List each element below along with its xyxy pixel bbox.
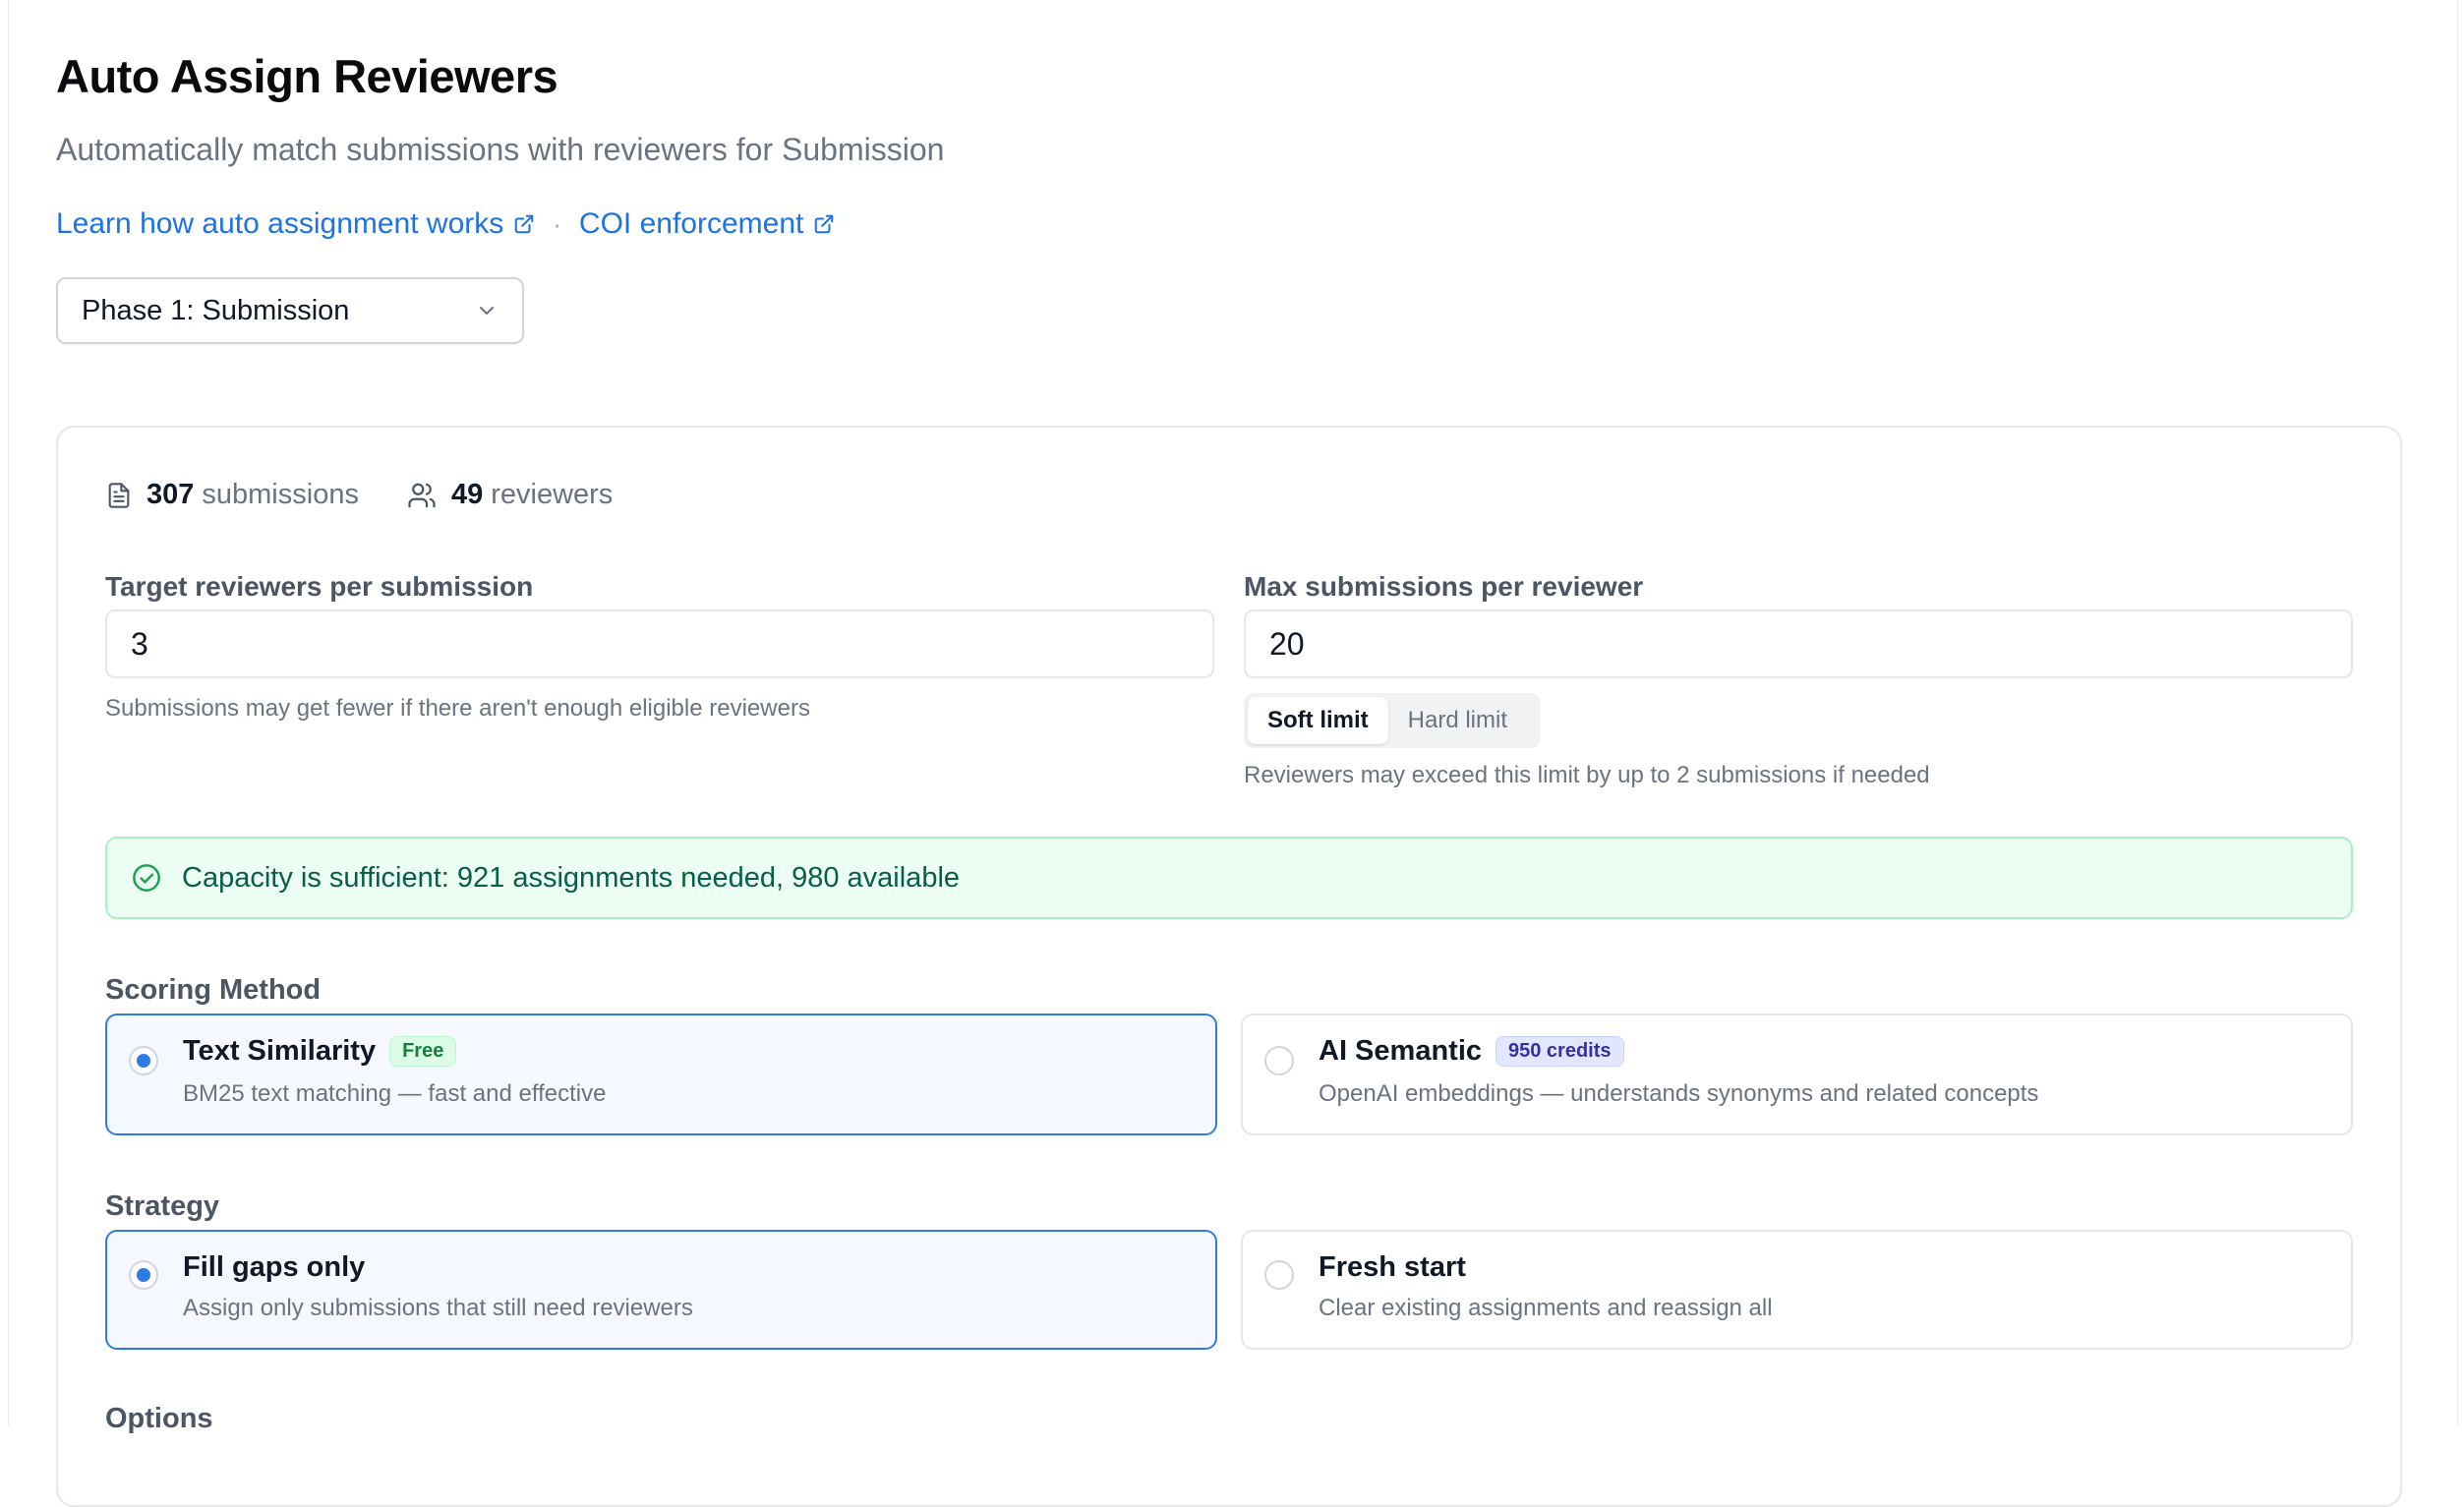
target-reviewers-label: Target reviewers per submission (105, 571, 534, 602)
stats-row: 307 submissions 49 reviewers (105, 479, 660, 511)
max-submissions-input[interactable] (1244, 609, 2353, 678)
options-label: Options (105, 1403, 213, 1434)
strategy-option-fill-gaps[interactable]: Fill gaps only Assign only submissions t… (105, 1230, 1217, 1350)
phase-select-value: Phase 1: Submission (82, 294, 350, 326)
submissions-stat: 307 submissions (105, 479, 359, 511)
credits-badge: 950 credits (1496, 1036, 1624, 1067)
limit-type-toggle: Soft limit Hard limit (1244, 693, 1541, 748)
radio-unselected[interactable] (1264, 1260, 1294, 1290)
fill-gaps-title: Fill gaps only (183, 1251, 366, 1283)
page-subtitle: Automatically match submissions with rev… (56, 132, 945, 167)
external-link-icon (513, 213, 535, 235)
chevron-down-icon (475, 299, 499, 322)
capacity-alert: Capacity is sufficient: 921 assignments … (105, 837, 2353, 919)
radio-selected[interactable] (129, 1260, 158, 1290)
radio-unselected[interactable] (1264, 1046, 1294, 1075)
coi-enforcement-link[interactable]: COI enforcement (579, 207, 835, 241)
link-separator: · (553, 208, 561, 239)
reviewers-label: reviewers (491, 479, 614, 510)
page-title: Auto Assign Reviewers (56, 50, 558, 102)
capacity-alert-text: Capacity is sufficient: 921 assignments … (182, 861, 961, 894)
strategy-label: Strategy (105, 1190, 220, 1222)
page: Auto Assign Reviewers Automatically matc… (8, 0, 2458, 1507)
free-badge: Free (389, 1036, 457, 1067)
submissions-label: submissions (202, 479, 359, 510)
help-links: Learn how auto assignment works · COI en… (56, 207, 835, 241)
radio-selected[interactable] (129, 1046, 158, 1075)
submissions-count: 307 (147, 479, 195, 510)
text-similarity-title-text: Text Similarity (183, 1035, 377, 1067)
target-reviewers-help: Submissions may get fewer if there aren'… (105, 695, 810, 722)
fill-gaps-desc: Assign only submissions that still need … (183, 1295, 693, 1321)
check-circle-icon (131, 862, 162, 894)
learn-auto-assignment-label: Learn how auto assignment works (56, 207, 504, 240)
max-submissions-help: Reviewers may exceed this limit by up to… (1244, 762, 1930, 788)
coi-enforcement-label: COI enforcement (578, 207, 804, 240)
target-reviewers-input[interactable] (105, 609, 1214, 678)
learn-auto-assignment-link[interactable]: Learn how auto assignment works (56, 207, 535, 241)
scoring-method-label: Scoring Method (105, 974, 322, 1006)
scoring-option-ai-semantic[interactable]: AI Semantic 950 credits OpenAI embedding… (1241, 1014, 2353, 1135)
max-submissions-label: Max submissions per reviewer (1244, 571, 1644, 602)
fresh-start-desc: Clear existing assignments and reassign … (1319, 1295, 1773, 1321)
external-link-icon (813, 213, 835, 235)
text-similarity-desc: BM25 text matching — fast and effective (183, 1080, 607, 1107)
soft-limit-option[interactable]: Soft limit (1248, 697, 1388, 744)
phase-select[interactable]: Phase 1: Submission (56, 277, 524, 344)
strategy-option-fresh-start[interactable]: Fresh start Clear existing assignments a… (1241, 1230, 2353, 1350)
reviewers-stat: 49 reviewers (406, 479, 613, 511)
assignment-settings-card: 307 submissions 49 reviewers Target revi… (56, 426, 2402, 1507)
document-icon (105, 481, 133, 510)
hard-limit-option[interactable]: Hard limit (1388, 697, 1527, 744)
reviewers-count: 49 (450, 479, 484, 510)
text-similarity-title: Text Similarity Free (183, 1035, 457, 1068)
ai-semantic-title: AI Semantic 950 credits (1319, 1035, 1624, 1068)
scoring-option-text-similarity[interactable]: Text Similarity Free BM25 text matching … (105, 1014, 1217, 1135)
users-icon (406, 481, 438, 510)
ai-semantic-title-text: AI Semantic (1319, 1035, 1482, 1067)
fresh-start-title: Fresh start (1319, 1251, 1466, 1283)
ai-semantic-desc: OpenAI embeddings — understands synonyms… (1319, 1080, 2039, 1107)
